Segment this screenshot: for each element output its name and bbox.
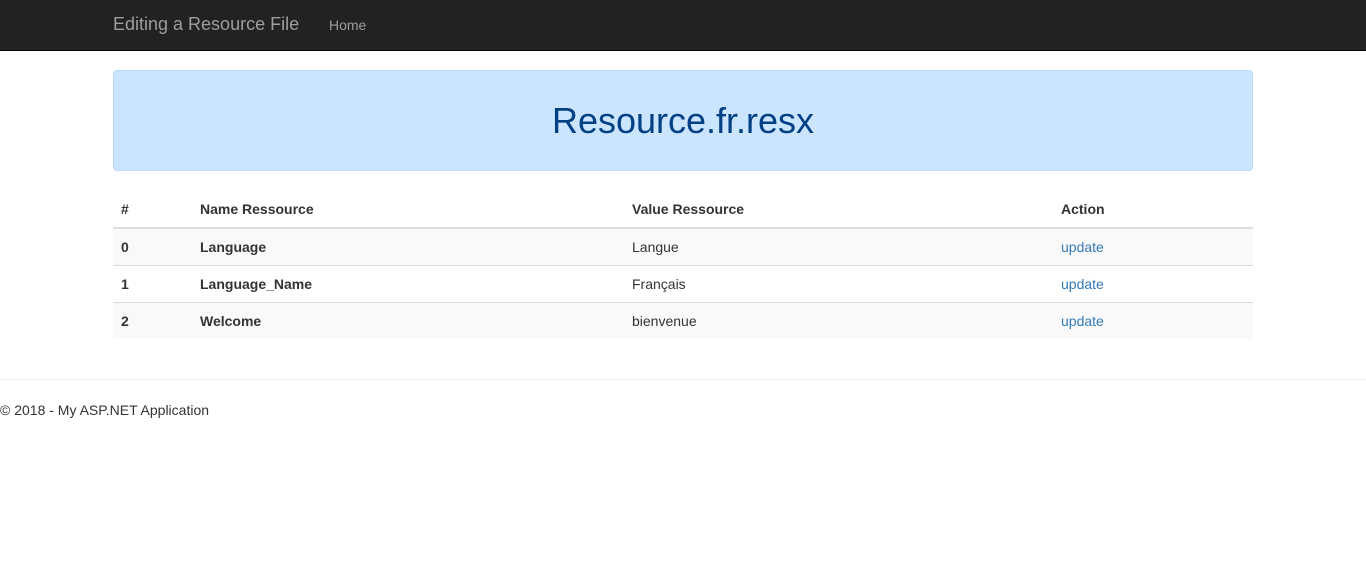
table-row: 0 Language Langue update [113, 227, 1253, 265]
header-name: Name Ressource [192, 190, 624, 229]
nav-home-link[interactable]: Home [329, 17, 366, 33]
navbar: Editing a Resource File Home [0, 0, 1366, 51]
brand-link[interactable]: Editing a Resource File [113, 14, 299, 35]
row-name: Language_Name [192, 264, 624, 302]
footer-text: © 2018 - My ASP.NET Application [0, 402, 210, 418]
row-value: Français [624, 264, 1053, 302]
update-link[interactable]: update [1061, 276, 1104, 292]
row-index: 0 [113, 227, 192, 265]
table-row: 1 Language_Name Français update [113, 264, 1253, 302]
footer-divider [0, 379, 1366, 380]
row-value: Langue [624, 227, 1053, 265]
row-name: Language [192, 227, 624, 265]
header-value: Value Ressource [624, 190, 1053, 229]
resource-table: # Name Ressource Value Ressource Action … [113, 190, 1253, 339]
header-action: Action [1053, 190, 1253, 229]
update-link[interactable]: update [1061, 239, 1104, 255]
row-value: bienvenue [624, 301, 1053, 339]
page-title: Resource.fr.resx [551, 99, 815, 141]
row-index: 1 [113, 264, 192, 302]
jumbotron: Resource.fr.resx [113, 70, 1253, 171]
row-index: 2 [113, 301, 192, 339]
table-header-row: # Name Ressource Value Ressource Action [113, 190, 1253, 229]
update-link[interactable]: update [1061, 313, 1104, 329]
header-index: # [113, 190, 192, 229]
row-name: Welcome [192, 301, 624, 339]
table-row: 2 Welcome bienvenue update [113, 301, 1253, 339]
